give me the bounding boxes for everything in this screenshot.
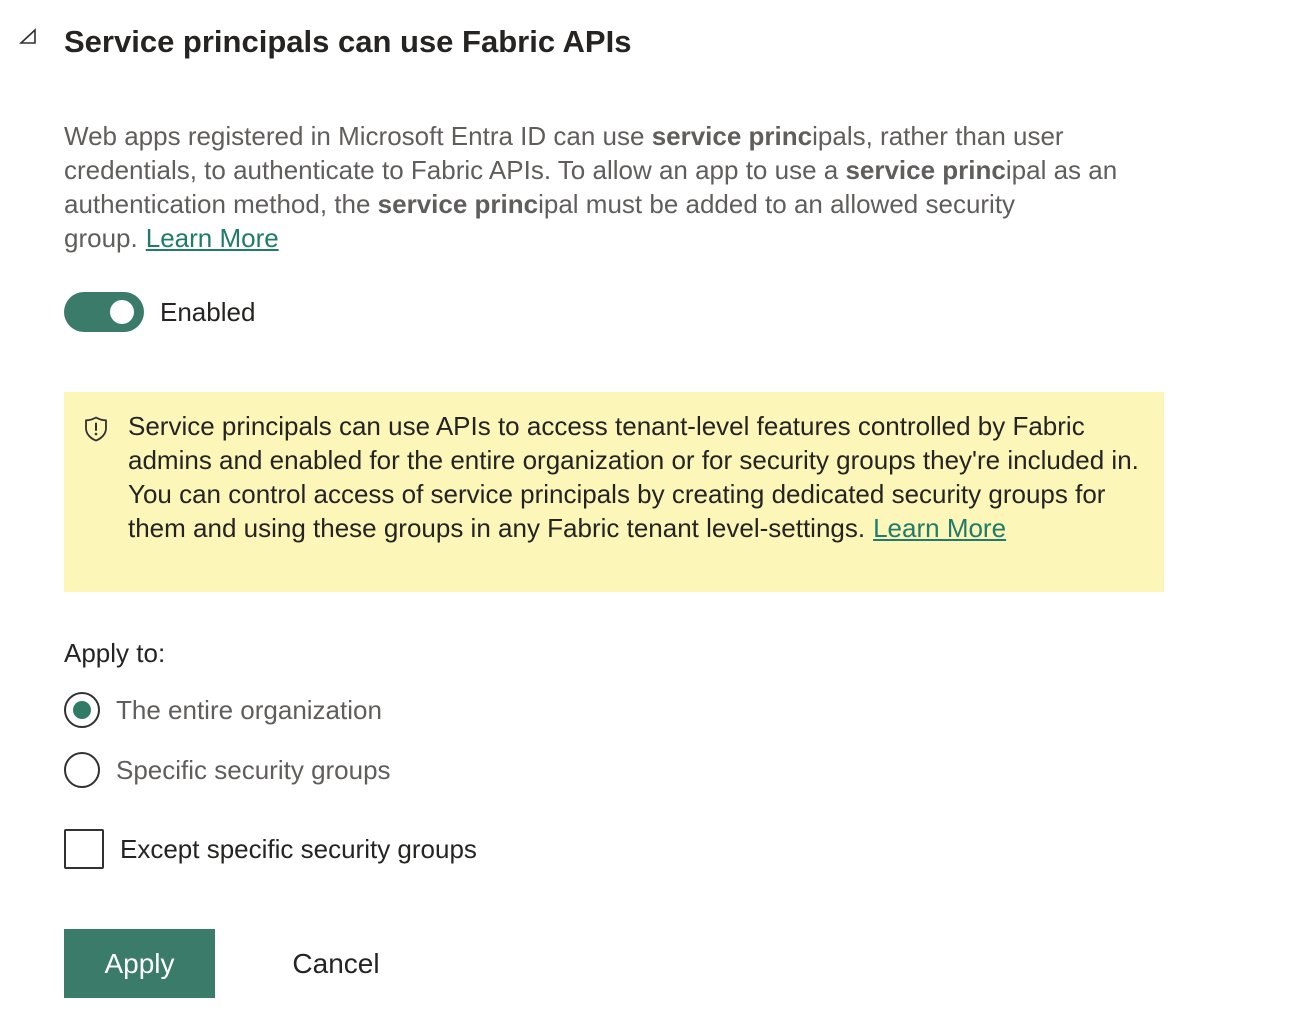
except-groups-checkbox[interactable] — [64, 829, 104, 869]
shield-icon — [84, 416, 108, 442]
toggle-knob — [110, 300, 134, 324]
description-highlight: service princ — [845, 155, 1006, 185]
setting-title: Service principals can use Fabric APIs — [64, 22, 631, 62]
radio-label: The entire organization — [116, 694, 382, 725]
toggle-label: Enabled — [160, 296, 256, 327]
learn-more-link[interactable]: Learn More — [146, 223, 279, 253]
description-text: Web apps registered in Microsoft Entra I… — [64, 121, 652, 151]
warning-notice: Service principals can use APIs to acces… — [64, 392, 1164, 592]
radio-button-selected[interactable] — [64, 692, 100, 728]
title-rest: ipals can use Fabric APIs — [258, 24, 632, 59]
except-groups-checkbox-row[interactable]: Except specific security groups — [64, 829, 477, 869]
enabled-toggle[interactable] — [64, 292, 144, 332]
setting-description: Web apps registered in Microsoft Entra I… — [64, 119, 1154, 255]
title-bold: Service princ — [64, 24, 259, 59]
radio-button[interactable] — [64, 752, 100, 788]
radio-specific-security-groups[interactable]: Specific security groups — [64, 752, 391, 788]
apply-button[interactable]: Apply — [64, 929, 215, 998]
notice-text: Service principals can use APIs to acces… — [128, 409, 1148, 545]
apply-to-label: Apply to: — [64, 638, 166, 668]
collapse-triangle-icon[interactable] — [18, 26, 40, 48]
checkbox-label: Except specific security groups — [120, 833, 477, 864]
cancel-button[interactable]: Cancel — [268, 929, 404, 998]
enabled-toggle-row: Enabled — [64, 292, 255, 332]
radio-entire-organization[interactable]: The entire organization — [64, 692, 382, 728]
notice-learn-more-link[interactable]: Learn More — [873, 513, 1006, 543]
radio-label: Specific security groups — [116, 754, 391, 785]
description-highlight: service princ — [377, 189, 539, 219]
description-highlight: service princ — [651, 121, 813, 151]
